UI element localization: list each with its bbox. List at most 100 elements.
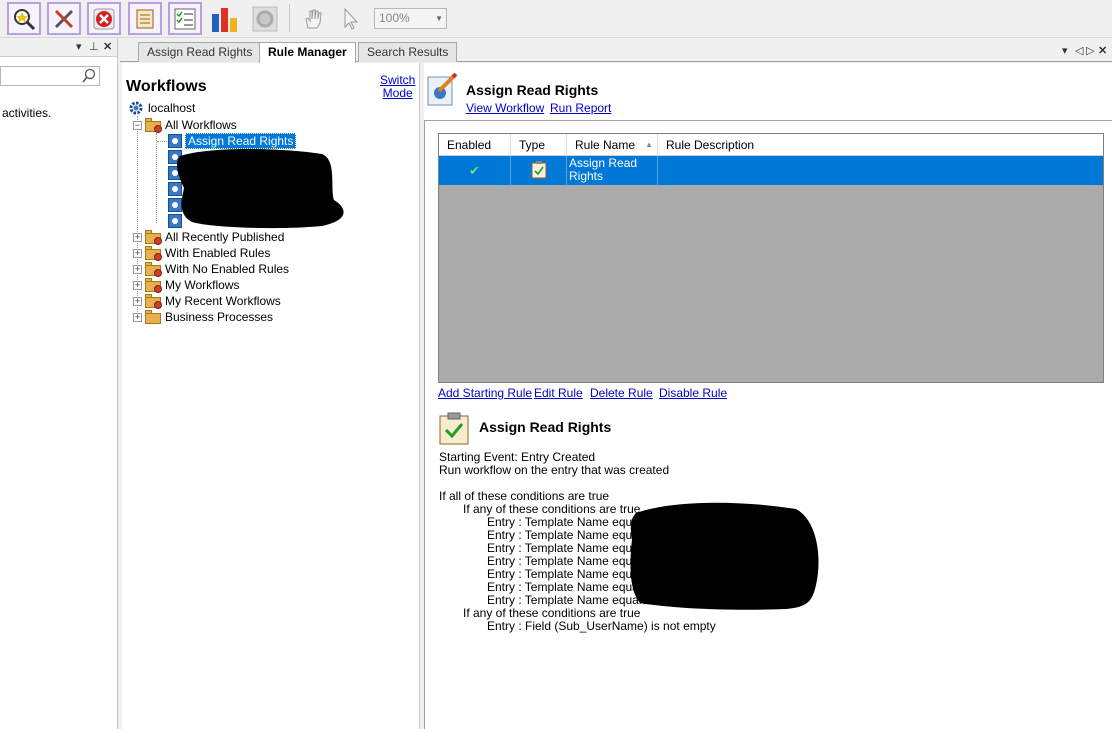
folder-icon <box>145 278 162 293</box>
folder-label: My Recent Workflows <box>165 294 281 308</box>
tools-button[interactable] <box>47 2 81 35</box>
scroll-left-icon[interactable]: ◁ <box>1075 44 1083 57</box>
search-icon <box>82 68 96 83</box>
condition-line: Entry : Template Name equals <box>487 554 648 568</box>
column-header-rule-name[interactable]: Rule Name ▲ <box>567 134 658 156</box>
tree-folder-all-workflows[interactable]: − All Workflows <box>133 117 237 133</box>
rule-name-cell: Assign Read Rights <box>567 156 658 185</box>
redaction-mark <box>630 502 819 610</box>
selected-workflow-label: Assign Read Rights <box>185 133 297 149</box>
tree-workflow-assign-read-rights[interactable]: Assign Read Rights <box>168 133 297 149</box>
workflow-icon <box>168 134 182 148</box>
workflow-tree-pane: Workflows Switch Mode localhost − All Wo… <box>122 63 420 729</box>
settings-gear-button[interactable] <box>248 2 282 35</box>
chevron-down-icon: ▼ <box>435 14 443 23</box>
condition-line: Entry : Template Name equals <box>487 580 648 594</box>
stop-button[interactable] <box>87 2 121 35</box>
close-tab-icon[interactable]: ✕ <box>1098 44 1107 57</box>
close-icon[interactable]: ✕ <box>103 40 112 53</box>
column-header-rule-description[interactable]: Rule Description <box>658 134 1103 156</box>
tree-folder-recently-published[interactable]: + All Recently Published <box>133 229 284 245</box>
enabled-check-icon: ✔ <box>439 156 511 185</box>
search-favorites-icon <box>14 8 36 30</box>
tree-folder-business-processes[interactable]: + Business Processes <box>133 309 273 325</box>
rules-grid: Enabled Type Rule Name ▲ Rule Descriptio… <box>438 133 1104 383</box>
zoom-value: 100% <box>379 11 410 25</box>
settings-gear-icon <box>252 6 278 31</box>
edit-rule-link[interactable]: Edit Rule <box>534 386 583 400</box>
switch-mode-line2: Mode <box>382 86 413 100</box>
folder-label: With No Enabled Rules <box>165 262 290 276</box>
rule-type-cell <box>511 156 567 185</box>
server-label: localhost <box>148 101 196 115</box>
workflow-edit-icon <box>427 73 458 106</box>
checklist-button[interactable] <box>168 2 202 35</box>
left-pane-header: ▾ ⊥ ✕ <box>0 38 117 57</box>
tree-connector <box>156 133 157 223</box>
tab-list-dropdown-icon[interactable]: ▾ <box>1062 44 1068 57</box>
switch-mode-link[interactable]: Switch Mode <box>380 74 415 100</box>
tree-folder-my-recent-workflows[interactable]: + My Recent Workflows <box>133 293 281 309</box>
collapse-icon[interactable]: − <box>133 120 142 130</box>
tab-strip: Assign Read Rights Rule Manager Search R… <box>120 38 1112 63</box>
field-condition-text: Entry : Field (Sub_UserName) is not empt… <box>487 619 716 633</box>
toolbar: 100% ▼ <box>0 0 1112 38</box>
condition-line: Entry : Template Name equals <box>487 515 648 529</box>
tree-server-localhost[interactable]: localhost <box>128 100 195 116</box>
all-workflows-label: All Workflows <box>165 118 237 132</box>
properties-icon <box>136 9 154 28</box>
expand-icon[interactable]: + <box>133 248 142 258</box>
tab-assign-read-rights[interactable]: Assign Read Rights <box>138 42 262 62</box>
rules-grid-row[interactable]: ✔ Assign Read Rights <box>439 156 1103 185</box>
run-report-link[interactable]: Run Report <box>550 101 611 115</box>
toolbar-separator <box>289 4 290 32</box>
starting-rule-icon <box>531 161 547 179</box>
tools-icon <box>54 9 74 28</box>
left-pane: ▾ ⊥ ✕ activities. <box>0 38 118 729</box>
any-conditions-text: If any of these conditions are true <box>463 606 641 620</box>
disable-rule-link[interactable]: Disable Rule <box>659 386 727 400</box>
redaction-mark <box>177 149 344 229</box>
tab-rule-manager[interactable]: Rule Manager <box>259 42 356 63</box>
search-favorites-button[interactable] <box>7 2 41 35</box>
zoom-select[interactable]: 100% ▼ <box>374 8 447 29</box>
expand-icon[interactable]: + <box>133 312 142 322</box>
tree-folder-enabled-rules[interactable]: + With Enabled Rules <box>133 245 270 261</box>
report-chart-button[interactable] <box>208 2 242 35</box>
sort-ascending-icon: ▲ <box>645 140 653 149</box>
add-starting-rule-link[interactable]: Add Starting Rule <box>438 386 532 400</box>
run-workflow-text: Run workflow on the entry that was creat… <box>439 463 670 477</box>
expand-icon[interactable]: + <box>133 296 142 306</box>
left-search-input[interactable] <box>0 66 100 86</box>
pan-hand-button[interactable] <box>296 2 330 35</box>
pan-hand-icon <box>305 9 322 28</box>
column-header-enabled[interactable]: Enabled <box>439 134 511 156</box>
tree-folder-no-enabled-rules[interactable]: + With No Enabled Rules <box>133 261 289 277</box>
condition-line: Entry : Template Name equals <box>487 567 648 581</box>
dropdown-icon[interactable]: ▾ <box>76 40 82 53</box>
folder-icon <box>145 246 162 261</box>
tree-folder-my-workflows[interactable]: + My Workflows <box>133 277 239 293</box>
expand-icon[interactable]: + <box>133 264 142 274</box>
server-gear-icon <box>129 101 143 115</box>
checklist-icon <box>174 8 196 29</box>
column-header-type[interactable]: Type <box>511 134 567 156</box>
pointer-button[interactable] <box>334 2 368 35</box>
all-conditions-text: If all of these conditions are true <box>439 489 610 503</box>
rule-name-header-label: Rule Name <box>575 138 636 152</box>
tab-search-results[interactable]: Search Results <box>358 42 458 62</box>
rule-detail-title: Assign Read Rights <box>479 419 612 435</box>
view-workflow-link[interactable]: View Workflow <box>466 101 544 115</box>
expand-icon[interactable]: + <box>133 232 142 242</box>
pin-icon[interactable]: ⊥ <box>89 40 99 53</box>
workflows-title: Workflows <box>126 78 207 95</box>
delete-rule-link[interactable]: Delete Rule <box>590 386 653 400</box>
starting-rule-large-icon <box>439 412 469 445</box>
folder-icon <box>145 118 162 133</box>
condition-line: Entry : Template Name equals <box>487 593 648 607</box>
starting-event-text: Starting Event: Entry Created <box>439 450 596 464</box>
expand-icon[interactable]: + <box>133 280 142 290</box>
any-conditions-text: If any of these conditions are true <box>463 502 641 516</box>
properties-button[interactable] <box>128 2 162 35</box>
scroll-right-icon[interactable]: ▷ <box>1086 44 1094 57</box>
